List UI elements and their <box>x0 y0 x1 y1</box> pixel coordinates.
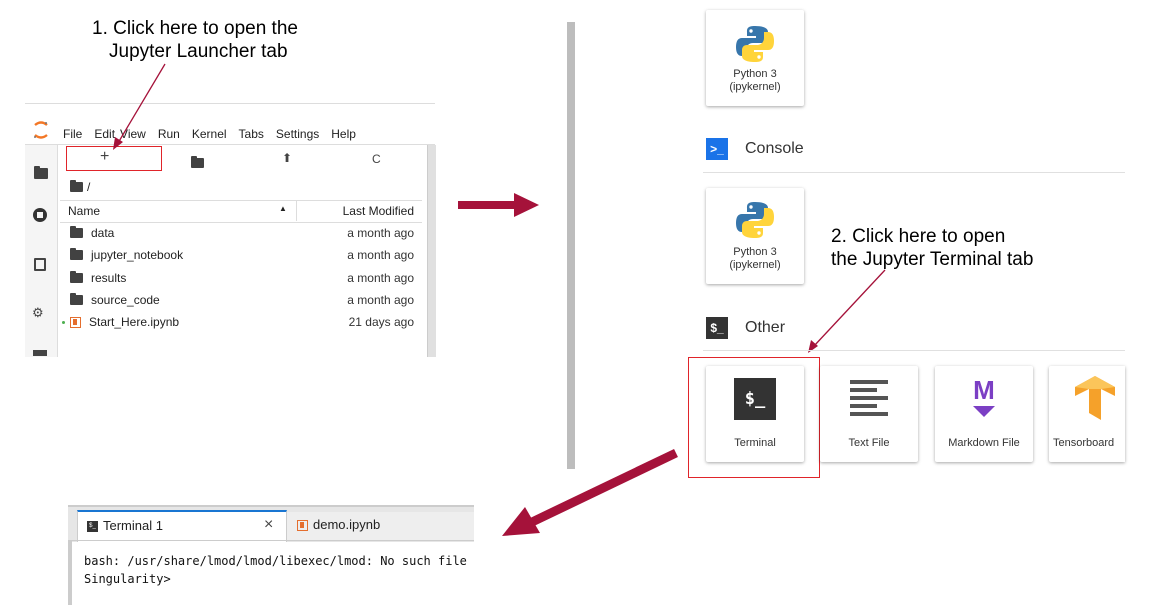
terminal-tab-icon: $_ <box>87 521 98 532</box>
terminal-prompt: Singularity> <box>84 572 171 586</box>
demo-tab-label: demo.ipynb <box>313 517 381 532</box>
notebook-icon <box>297 520 308 531</box>
close-tab-icon[interactable]: × <box>264 516 273 534</box>
terminal-output[interactable]: bash: /usr/share/lmod/lmod/libexec/lmod:… <box>84 552 467 588</box>
tab-terminal-1[interactable]: $_ Terminal 1 × <box>77 510 287 542</box>
terminal-card[interactable]: $_ Terminal <box>706 366 804 462</box>
terminal-card-label: Terminal <box>734 437 776 449</box>
arrow-to-terminal <box>502 448 678 536</box>
tensorboard-icon <box>1075 376 1115 420</box>
tensorboard-card-label: Tensorboard <box>1053 437 1115 449</box>
terminal-line: bash: /usr/share/lmod/lmod/libexec/lmod:… <box>84 554 467 568</box>
text-file-card-label: Text File <box>848 437 890 449</box>
markdown-icon: M <box>966 376 1002 420</box>
text-file-card[interactable]: Text File <box>820 366 918 462</box>
terminal-panel: $_ Terminal 1 × demo.ipynb bash: /usr/sh… <box>68 505 474 605</box>
tensorboard-card[interactable]: Tensorboard <box>1049 366 1125 462</box>
markdown-file-card[interactable]: M Markdown File <box>935 366 1033 462</box>
markdown-card-label: Markdown File <box>948 437 1020 449</box>
terminal-icon: $_ <box>734 378 776 420</box>
terminal-tab-label: Terminal 1 <box>103 518 163 533</box>
text-file-icon <box>850 380 888 418</box>
other-section-icon: $_ <box>706 317 728 339</box>
tab-demo-notebook[interactable]: demo.ipynb <box>287 512 474 540</box>
other-section-title: Other <box>745 319 786 336</box>
